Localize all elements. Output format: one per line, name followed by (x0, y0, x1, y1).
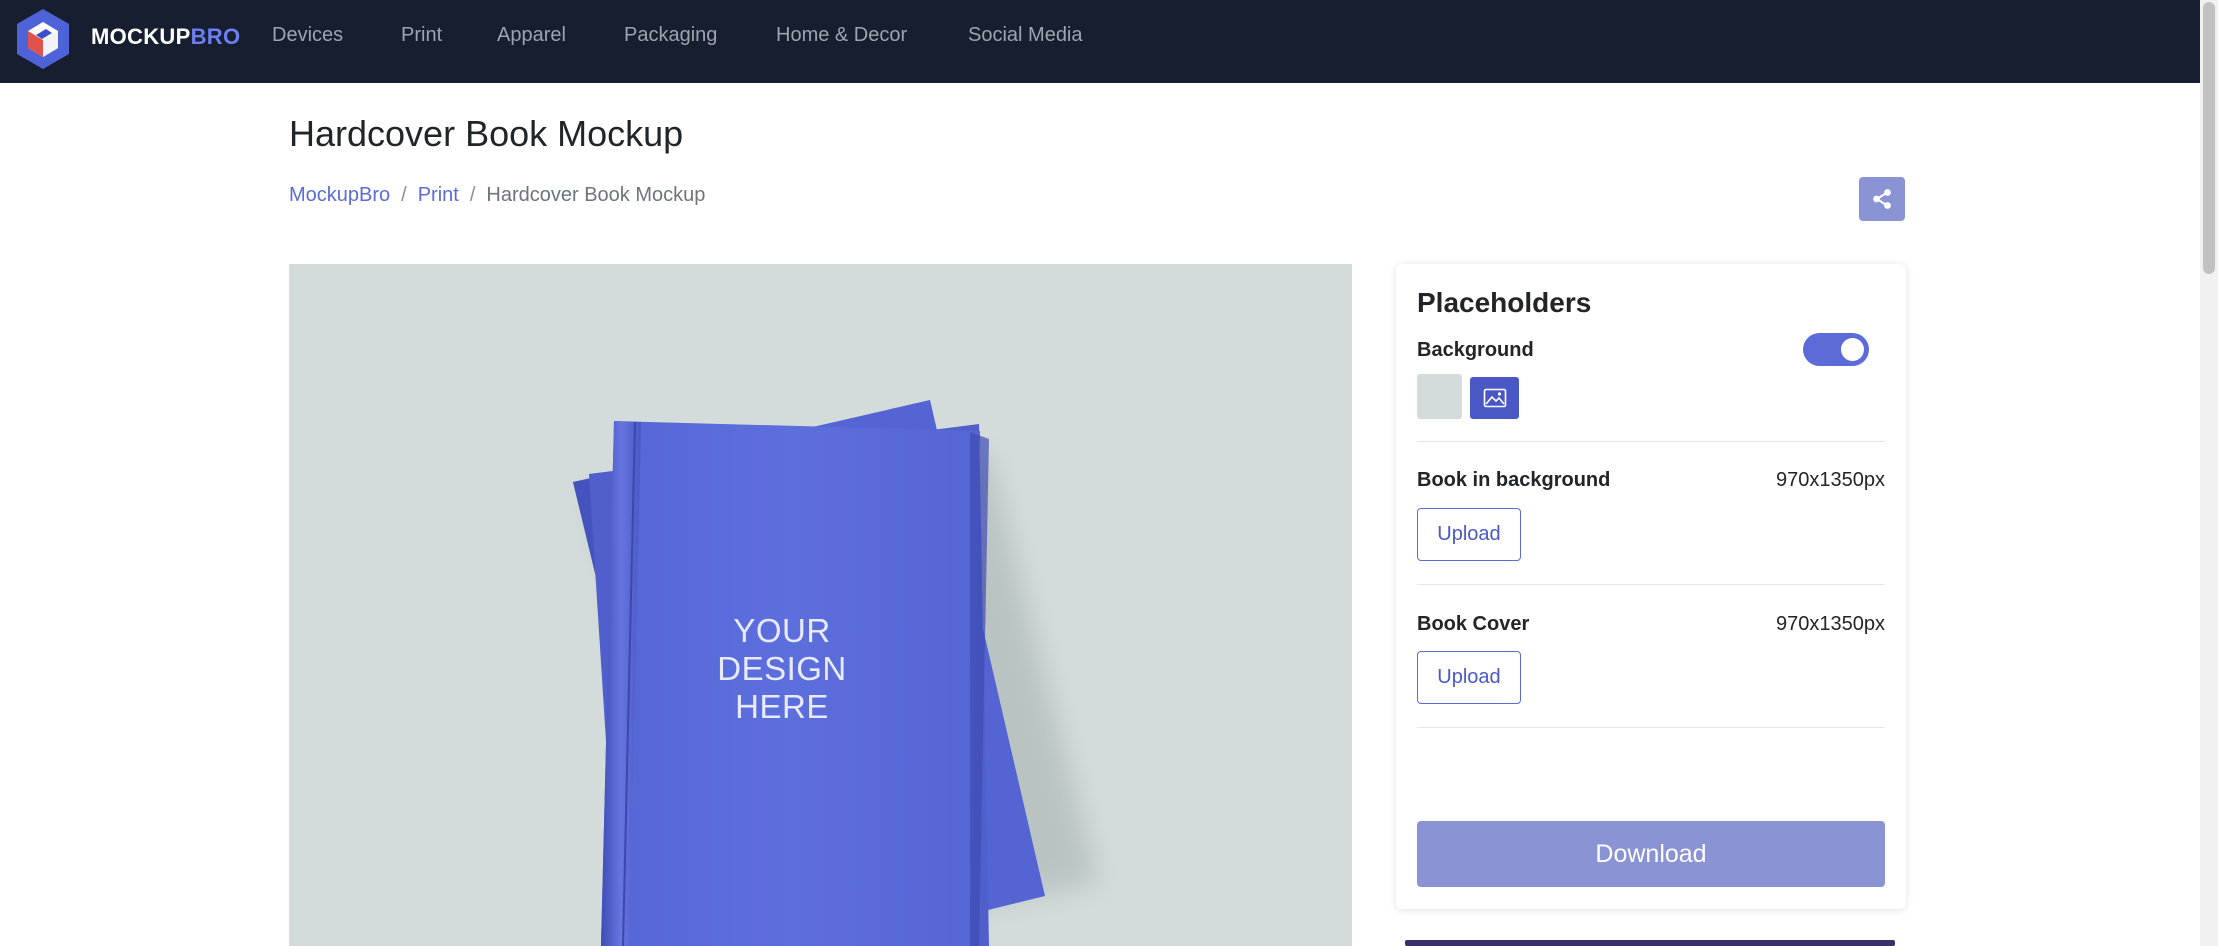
image-icon (1483, 388, 1506, 408)
next-panel-edge (1405, 940, 1895, 946)
breadcrumb-current: Hardcover Book Mockup (486, 184, 706, 206)
breadcrumb-separator: / (401, 184, 407, 206)
share-button[interactable] (1859, 177, 1905, 221)
divider (1417, 584, 1885, 585)
background-toggle[interactable] (1803, 333, 1869, 366)
book-in-background-dimensions: 970x1350px (1776, 469, 1885, 491)
breadcrumb-home-link[interactable]: MockupBro (289, 184, 390, 206)
nav-link-social-media[interactable]: Social Media (968, 23, 1083, 47)
share-icon (1873, 189, 1891, 209)
design-placeholder-text: YOUR DESIGN HERE (689, 612, 875, 726)
brand-name[interactable]: MOCKUPBRO (91, 24, 240, 50)
background-image-button[interactable] (1470, 377, 1519, 419)
book-cover-dimensions: 970x1350px (1776, 613, 1885, 635)
nav-link-devices[interactable]: Devices (272, 23, 343, 47)
breadcrumb: MockupBro / Print / Hardcover Book Mockup (289, 183, 705, 207)
nav-link-home-decor[interactable]: Home & Decor (776, 23, 907, 47)
book-mockup-illustration (573, 400, 1099, 946)
brand-name-accent: BRO (190, 24, 241, 49)
breadcrumb-separator: / (469, 184, 476, 206)
brand-name-main: MOCKUP (91, 24, 191, 49)
nav-link-print[interactable]: Print (401, 23, 442, 47)
mockupbro-logo-icon[interactable] (14, 7, 72, 71)
design-text-line: DESIGN (717, 650, 847, 687)
toggle-knob (1841, 338, 1864, 361)
book-cover-label: Book Cover (1417, 613, 1530, 635)
background-color-swatch[interactable] (1417, 374, 1462, 419)
top-navigation: MOCKUPBRO Devices Print Apparel Packagin… (0, 0, 2200, 83)
divider (1417, 441, 1885, 442)
panel-title: Placeholders (1417, 287, 1592, 318)
mockup-preview[interactable]: YOUR DESIGN HERE (289, 264, 1352, 946)
nav-link-packaging[interactable]: Packaging (624, 23, 717, 47)
placeholders-panel: Placeholders Background Book in backgrou… (1396, 264, 1906, 909)
design-text-line: HERE (735, 688, 829, 725)
book-cover-upload-button[interactable]: Upload (1417, 651, 1521, 704)
page-scrollbar-thumb[interactable] (2203, 2, 2215, 274)
book-in-background-upload-button[interactable]: Upload (1417, 508, 1521, 561)
design-text-line: YOUR (733, 612, 831, 649)
breadcrumb-print-link[interactable]: Print (418, 184, 459, 206)
background-label: Background (1417, 339, 1534, 361)
book-in-background-label: Book in background (1417, 469, 1611, 491)
download-button[interactable]: Download (1417, 821, 1885, 887)
nav-link-apparel[interactable]: Apparel (497, 23, 566, 47)
page-title: Hardcover Book Mockup (289, 113, 684, 154)
divider (1417, 727, 1885, 728)
